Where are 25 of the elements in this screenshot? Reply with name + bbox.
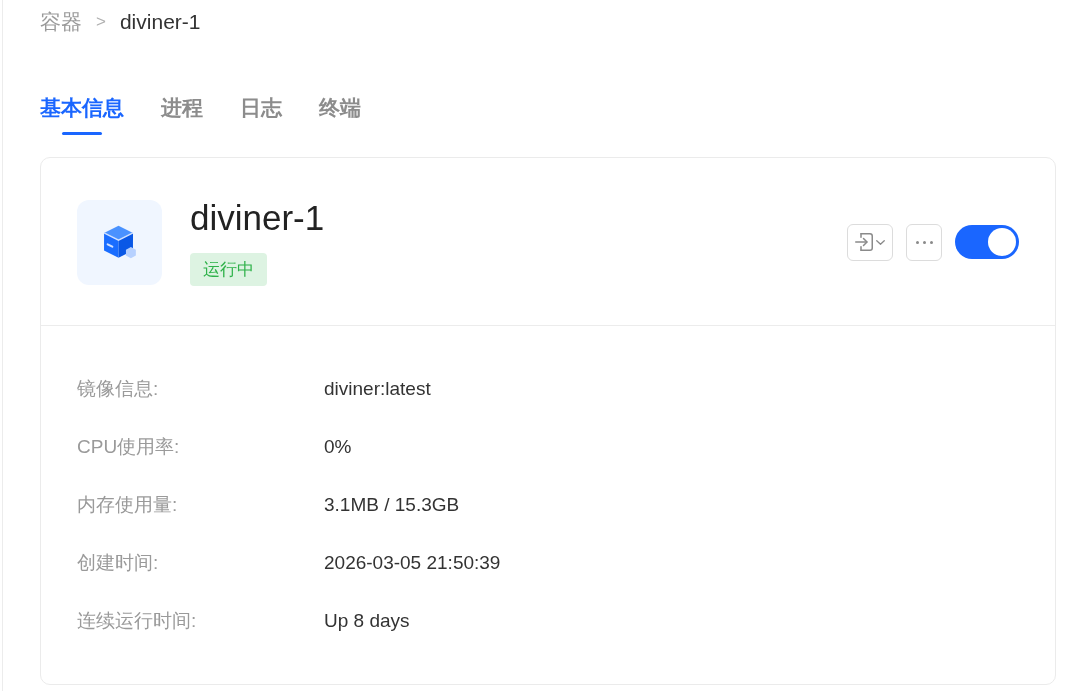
detail-value: Up 8 days xyxy=(324,610,411,632)
detail-value: 2026-03-05 21:50:39 xyxy=(324,552,502,574)
breadcrumb-separator: > xyxy=(96,12,106,32)
detail-value: 0% xyxy=(324,436,353,458)
detail-label: 连续运行时间: xyxy=(77,609,198,633)
chevron-down-icon xyxy=(876,239,885,245)
toggle-switch[interactable] xyxy=(955,225,1019,259)
container-name: diviner-1 xyxy=(190,198,325,238)
breadcrumb-current-page: diviner-1 xyxy=(119,10,201,34)
detail-label: CPU使用率: xyxy=(77,435,181,459)
detail-label: 镜像信息: xyxy=(77,377,160,401)
status-badge: 运行中 xyxy=(190,253,267,286)
tab[interactable]: 进程 xyxy=(161,93,203,135)
detail-value: 3.1MB / 15.3GB xyxy=(324,494,461,516)
detail-label: 内存使用量: xyxy=(77,493,179,517)
cube-icon xyxy=(77,199,162,285)
detail-value: diviner:latest xyxy=(324,378,432,400)
tab[interactable]: 基本信息 xyxy=(40,93,124,135)
enter-dropdown-button[interactable] xyxy=(847,223,893,261)
breadcrumb-link[interactable]: 容器 xyxy=(40,8,82,36)
tab[interactable]: 终端 xyxy=(319,93,361,135)
tab[interactable]: 日志 xyxy=(240,93,282,135)
detail-label: 创建时间: xyxy=(77,551,160,575)
arrow-into-box-icon xyxy=(855,233,873,251)
more-icon xyxy=(915,240,933,244)
